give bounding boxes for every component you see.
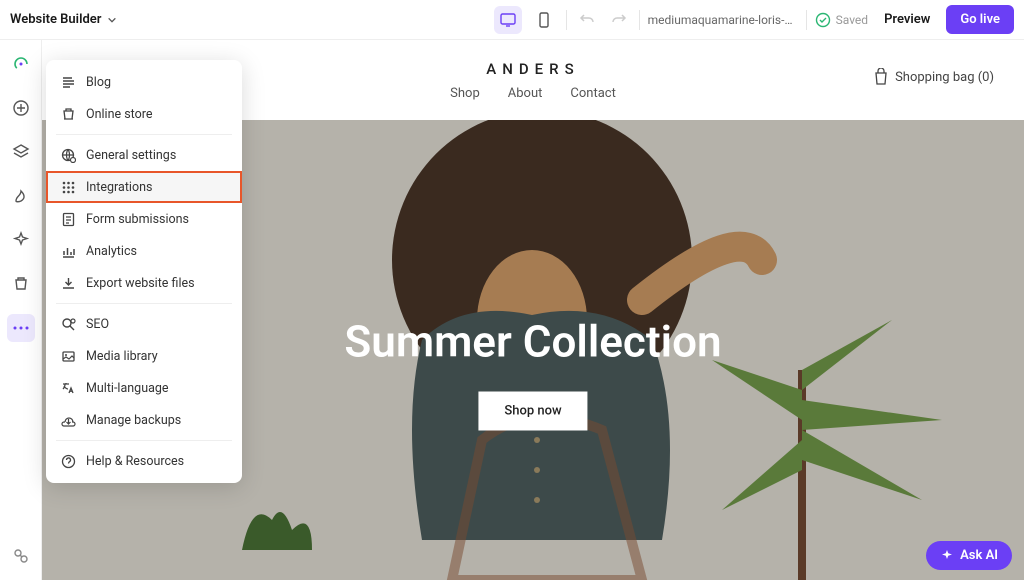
dropdown-item-label: Form submissions [86, 212, 189, 227]
dropdown-item-label: Integrations [86, 180, 152, 195]
dropdown-separator [56, 440, 232, 441]
dropdown-item-label: Manage backups [86, 413, 181, 428]
side-rail [0, 40, 42, 580]
dropdown-item-general-settings[interactable]: General settings [46, 139, 242, 171]
dropdown-item-analytics[interactable]: Analytics [46, 235, 242, 267]
dropdown-item-label: Analytics [86, 244, 137, 259]
globe-settings-icon [60, 147, 76, 163]
dropdown-item-integrations[interactable]: Integrations [46, 171, 242, 203]
preview-button[interactable]: Preview [876, 6, 938, 33]
form-icon [60, 211, 76, 227]
save-status: Saved [815, 12, 868, 28]
analytics-icon [60, 243, 76, 259]
media-icon [60, 348, 76, 364]
topbar-right: mediumaquamarine-loris-m... Saved Previe… [494, 5, 1014, 34]
dropdown-item-seo[interactable]: SEO [46, 308, 242, 340]
dropdown-item-label: Export website files [86, 276, 195, 291]
help-icon [60, 453, 76, 469]
dropdown-separator [56, 134, 232, 135]
store-icon [60, 106, 76, 122]
divider [806, 10, 807, 30]
dropdown-item-label: Media library [86, 349, 158, 364]
nav-about[interactable]: About [508, 86, 543, 101]
app-switcher[interactable]: Website Builder [10, 12, 117, 27]
desktop-icon [500, 12, 516, 28]
redo-icon [611, 12, 627, 28]
redo-button[interactable] [607, 8, 631, 32]
desktop-view-button[interactable] [494, 6, 522, 34]
dropdown-item-label: Blog [86, 75, 111, 90]
rail-link-button[interactable] [7, 542, 35, 570]
nav-contact[interactable]: Contact [570, 86, 615, 101]
grid-icon [60, 179, 76, 195]
rail-layers-button[interactable] [7, 138, 35, 166]
download-icon [60, 275, 76, 291]
hero-content: Summer Collection Shop now [344, 316, 721, 431]
rail-more-button[interactable] [7, 314, 35, 342]
language-icon [60, 380, 76, 396]
nav-shop[interactable]: Shop [450, 86, 480, 101]
dropdown-item-online-store[interactable]: Online store [46, 98, 242, 130]
dropdown-item-media-library[interactable]: Media library [46, 340, 242, 372]
rail-ai-button[interactable] [7, 226, 35, 254]
bag-label: Shopping bag (0) [895, 70, 994, 85]
check-circle-icon [815, 12, 831, 28]
saved-label: Saved [836, 13, 868, 27]
dropdown-item-manage-backups[interactable]: Manage backups [46, 404, 242, 436]
rail-store-button[interactable] [7, 270, 35, 298]
divider [566, 10, 567, 30]
sparkle-icon [940, 549, 954, 563]
backup-icon [60, 412, 76, 428]
dropdown-item-label: General settings [86, 148, 176, 163]
dropdown-item-multi-language[interactable]: Multi-language [46, 372, 242, 404]
undo-icon [579, 12, 595, 28]
rail-design-button[interactable] [7, 182, 35, 210]
site-brand[interactable]: ANDERS [486, 60, 579, 78]
hero-cta-button[interactable]: Shop now [478, 392, 587, 431]
shopping-bag[interactable]: Shopping bag (0) [873, 68, 994, 86]
dropdown-item-label: SEO [86, 317, 109, 332]
ask-ai-button[interactable]: Ask AI [926, 541, 1012, 570]
chevron-down-icon [107, 15, 117, 25]
site-url[interactable]: mediumaquamarine-loris-m... [648, 13, 798, 27]
dropdown-item-form-submissions[interactable]: Form submissions [46, 203, 242, 235]
ask-ai-label: Ask AI [960, 548, 998, 563]
seo-icon [60, 316, 76, 332]
divider [639, 10, 640, 30]
app-switcher-label: Website Builder [10, 12, 101, 27]
dropdown-item-label: Online store [86, 107, 153, 122]
bag-icon [873, 68, 889, 86]
go-live-button[interactable]: Go live [946, 5, 1014, 34]
topbar: Website Builder mediumaquamarine-loris-m… [0, 0, 1024, 40]
blog-icon [60, 74, 76, 90]
dropdown-item-export-website-files[interactable]: Export website files [46, 267, 242, 299]
dropdown-separator [56, 303, 232, 304]
rail-add-button[interactable] [7, 94, 35, 122]
dropdown-item-blog[interactable]: Blog [46, 66, 242, 98]
mobile-view-button[interactable] [530, 6, 558, 34]
more-dropdown: Blog Online store General settings Integrat… [46, 60, 242, 483]
mobile-icon [537, 12, 551, 28]
site-nav: Shop About Contact [450, 86, 616, 101]
rail-speed-icon[interactable] [7, 50, 35, 78]
dropdown-item-help-resources[interactable]: Help & Resources [46, 445, 242, 477]
dropdown-item-label: Multi-language [86, 381, 169, 396]
hero-title[interactable]: Summer Collection [344, 316, 721, 368]
undo-button[interactable] [575, 8, 599, 32]
dropdown-item-label: Help & Resources [86, 454, 184, 469]
